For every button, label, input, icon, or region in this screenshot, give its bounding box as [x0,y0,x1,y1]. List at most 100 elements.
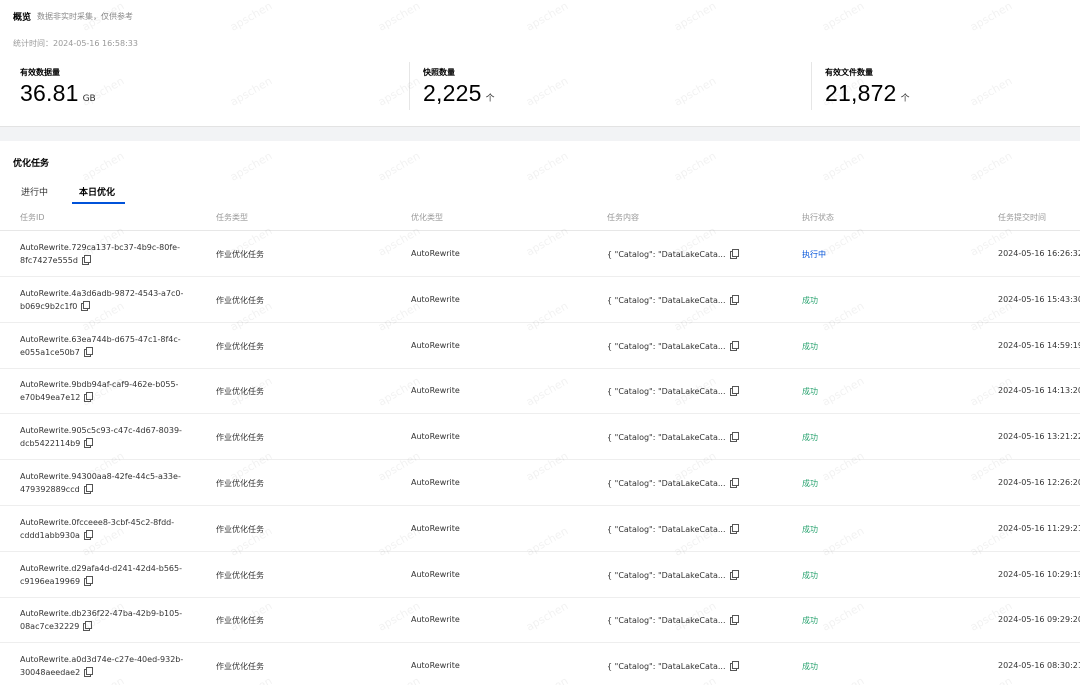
optimization-type: AutoRewrite [411,661,460,671]
copy-icon[interactable] [83,484,93,494]
copy-icon[interactable] [83,346,93,357]
watermark-text: apschen [819,149,867,184]
task-content-text: { "Catalog": "DataLakeCata... [607,387,726,397]
execution-status: 成功 [802,341,818,351]
overview-panel: 概览 数据非实时采集，仅供参考 统计时间：2024-05-16 16:58:33… [0,0,1080,127]
stat-label: 快照数量 [423,68,455,77]
copy-icon[interactable] [84,438,94,449]
submit-time: 2024-05-16 14:13:20 [998,386,1080,396]
copy-icon[interactable] [81,255,91,265]
task-id-line1: AutoRewrite.0fcceee8-3cbf-45c2-8fdd- [20,517,175,527]
table-row: AutoRewrite.0fcceee8-3cbf-45c2-8fdd-cddd… [0,506,1080,552]
task-id-line2: cddd1abb930a [20,530,80,540]
copy-icon[interactable] [84,667,94,678]
task-type: 作业优化任务 [216,570,264,580]
tab-today-optimized[interactable]: 本日优化 [79,185,115,198]
copy-icon[interactable] [729,478,739,488]
task-content-text: { "Catalog": "DataLakeCata... [607,341,726,351]
task-type: 作业优化任务 [216,295,264,305]
optimization-type: AutoRewrite [411,478,460,487]
task-type: 作业优化任务 [216,341,264,351]
copy-icon[interactable] [81,300,91,311]
task-id-line2: e70b49ea7e12 [20,393,81,403]
stat-label: 有效文件数量 [825,68,873,77]
stat-valid-data: 有效数据量 36.81 GB [20,67,96,107]
task-id: AutoRewrite.729ca137-bc37-4b9c-80fe- 8fc7… [20,241,190,267]
copy-icon[interactable] [84,575,94,586]
stat-value: 36.81 [20,80,79,106]
task-id-line2: c9196ea19969 [20,576,81,586]
copy-icon[interactable] [729,432,739,443]
execution-status: 成功 [802,662,818,672]
task-id: AutoRewrite.db236f22-47ba-42b9-b105- 08ac… [20,607,190,633]
task-id-line2: 8fc7427e555d [20,256,78,265]
execution-status: 成功 [802,387,818,397]
submit-time: 2024-05-16 12:26:20 [998,478,1080,487]
copy-icon[interactable] [729,386,739,397]
copy-icon[interactable] [729,569,739,580]
watermark-text: apschen [671,149,719,184]
table-row: AutoRewrite.729ca137-bc37-4b9c-80fe- 8fc7… [0,231,1080,277]
optimization-type: AutoRewrite [411,523,460,533]
optimization-type: AutoRewrite [411,386,460,396]
copy-icon[interactable] [83,529,93,540]
copy-icon[interactable] [84,392,94,403]
task-type: 作业优化任务 [216,250,264,259]
stat-label: 有效数据量 [20,68,60,77]
task-content-text: { "Catalog": "DataLakeCata... [607,662,726,672]
optimization-type: AutoRewrite [411,615,460,625]
task-content-text: { "Catalog": "DataLakeCata... [607,433,726,443]
tab-in-progress[interactable]: 进行中 [21,185,48,198]
task-content: { "Catalog": "DataLakeCata... [607,340,739,351]
copy-icon[interactable] [729,294,739,305]
task-type: 作业优化任务 [216,387,264,397]
submit-time: 2024-05-16 08:30:21 [998,661,1080,671]
task-id-line2: 479392889ccd [20,485,80,494]
copy-icon[interactable] [729,615,739,626]
task-content-text: { "Catalog": "DataLakeCata... [607,616,726,626]
stat-unit: 个 [485,94,495,104]
task-id: AutoRewrite.94300aa8-42fe-44c5-a33e- 4793… [20,470,190,496]
table-row: AutoRewrite.9bdb94af-caf9-462e-b055- e70b… [0,368,1080,415]
task-id-line2: 30048aeedae2 [20,668,81,678]
submit-time: 2024-05-16 14:59:19 [998,340,1080,350]
overview-note: 数据非实时采集，仅供参考 [37,12,133,21]
task-id-line1: AutoRewrite.a0d3d74e-c27e-40ed-932b- [20,655,184,665]
task-id-line1: AutoRewrite.905c5c93-c47c-4d67-8039- [20,426,182,436]
task-content: { "Catalog": "DataLakeCata... [607,249,739,259]
table-row: AutoRewrite.63ea744b-d675-47c1-8f4c-e055… [0,323,1080,369]
tasks-title: 优化任务 [13,159,50,169]
task-id: AutoRewrite.63ea744b-d675-47c1-8f4c-e055… [20,333,190,359]
task-type: 作业优化任务 [216,433,264,443]
column-header: 任务类型 [216,213,248,222]
stat-divider [811,62,812,110]
copy-icon[interactable] [729,249,739,259]
column-header: 优化类型 [411,213,443,222]
execution-status: 成功 [802,433,818,443]
task-content-text: { "Catalog": "DataLakeCata... [607,295,726,305]
task-id-line1: AutoRewrite.4a3d6adb-9872-4543-a7c0- [20,288,184,298]
copy-icon[interactable] [83,621,93,632]
task-content: { "Catalog": "DataLakeCata... [607,523,739,534]
task-content-text: { "Catalog": "DataLakeCata... [607,250,726,259]
stat-unit: 个 [900,94,910,104]
copy-icon[interactable] [729,661,739,672]
submit-time: 2024-05-16 11:29:21 [998,523,1080,533]
watermark-text: apschen [227,149,275,184]
task-id: AutoRewrite.4a3d6adb-9872-4543-a7c0- b069… [20,287,190,313]
table-header: 任务ID 任务类型 优化类型 任务内容 执行状态 任务提交时间 [0,205,1080,231]
table-row: AutoRewrite.4a3d6adb-9872-4543-a7c0- b069… [0,277,1080,323]
task-content: { "Catalog": "DataLakeCata... [607,615,739,626]
table-row: AutoRewrite.a0d3d74e-c27e-40ed-932b- 3004… [0,643,1080,685]
copy-icon[interactable] [729,523,739,534]
optimization-type: AutoRewrite [411,340,460,350]
submit-time: 2024-05-16 13:21:22 [998,432,1080,442]
task-content: { "Catalog": "DataLakeCata... [607,432,739,443]
task-id-line1: AutoRewrite.d29afa4d-d241-42d4-b565- [20,563,182,573]
copy-icon[interactable] [729,340,739,351]
task-id-line1: AutoRewrite.db236f22-47ba-42b9-b105- [20,609,183,619]
execution-status: 成功 [802,570,818,580]
column-header: 任务ID [20,213,45,222]
stat-unit: GB [82,94,96,104]
stat-time: 统计时间：2024-05-16 16:58:33 [13,39,138,48]
